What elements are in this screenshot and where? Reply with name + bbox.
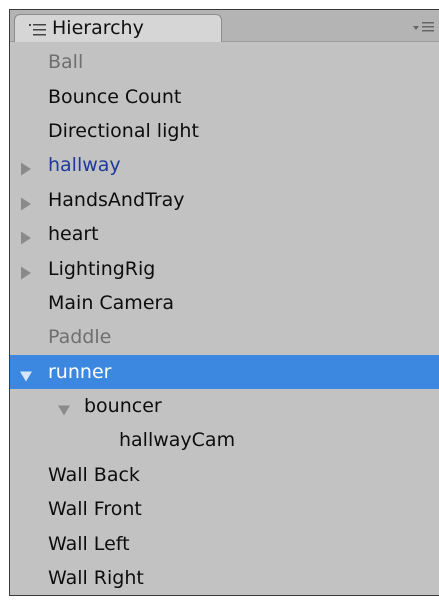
tree-item-label: Paddle — [48, 326, 112, 349]
tree-item[interactable]: Ball — [10, 45, 439, 79]
tree-item[interactable]: Main Camera — [10, 286, 439, 320]
expand-arrow-right-icon[interactable] — [20, 228, 32, 245]
list-icon — [29, 22, 47, 36]
tree-item[interactable]: Wall Front — [10, 492, 439, 526]
tree-item[interactable]: runner — [10, 354, 439, 389]
tree-item-label: Bounce Count — [48, 85, 182, 108]
tree-item-label: Wall Left — [48, 532, 130, 555]
tree-item[interactable]: heart — [10, 217, 439, 251]
tree-item-label: bouncer — [84, 395, 162, 418]
tree-item[interactable]: Directional light — [10, 114, 439, 148]
tree-item-label: Wall Front — [48, 498, 142, 521]
tree-item-label: Directional light — [48, 119, 199, 142]
expand-arrow-right-icon[interactable] — [20, 159, 32, 176]
tree-item[interactable]: Paddle — [10, 320, 439, 354]
hierarchy-panel: Hierarchy Ball Bounce Count Directional li… — [9, 9, 439, 596]
expand-arrow-down-icon[interactable] — [20, 365, 32, 382]
tree-item[interactable]: HandsAndTray — [10, 183, 439, 217]
tree-item[interactable]: hallway — [10, 148, 439, 182]
tree-item-label: Main Camera — [48, 291, 174, 314]
tab-bar: Hierarchy — [10, 10, 439, 42]
tree-item-label: hallway — [48, 154, 121, 177]
expand-arrow-right-icon[interactable] — [20, 262, 32, 280]
tree-item-label: HandsAndTray — [48, 188, 185, 211]
tree-item-label: Wall Right — [48, 567, 144, 590]
tree-item[interactable]: Bounce Count — [10, 79, 439, 113]
tree-item[interactable]: Wall Left — [10, 526, 439, 560]
tree-item[interactable]: hallwayCam — [10, 423, 439, 457]
expand-arrow-down-icon[interactable] — [58, 400, 70, 416]
tree-item[interactable]: LightingRig — [10, 251, 439, 285]
tree-item-label: heart — [48, 223, 99, 246]
tree-item[interactable]: Wall Right — [10, 561, 439, 595]
tree-item-label: hallwayCam — [119, 429, 236, 452]
hierarchy-tree: Ball Bounce Count Directional light hallway… — [10, 45, 439, 595]
tree-item-label: LightingRig — [48, 257, 156, 280]
panel-menu-icon[interactable] — [413, 19, 435, 33]
expand-arrow-right-icon[interactable] — [20, 193, 32, 211]
tree-item[interactable]: bouncer — [10, 389, 439, 423]
tree-item[interactable]: Wall Back — [10, 458, 439, 492]
tab-hierarchy[interactable]: Hierarchy — [14, 14, 222, 42]
tree-item-label: runner — [48, 360, 112, 383]
tree-item-label: Wall Back — [48, 463, 140, 486]
tree-item-label: Ball — [48, 51, 84, 74]
tab-label: Hierarchy — [52, 17, 144, 39]
